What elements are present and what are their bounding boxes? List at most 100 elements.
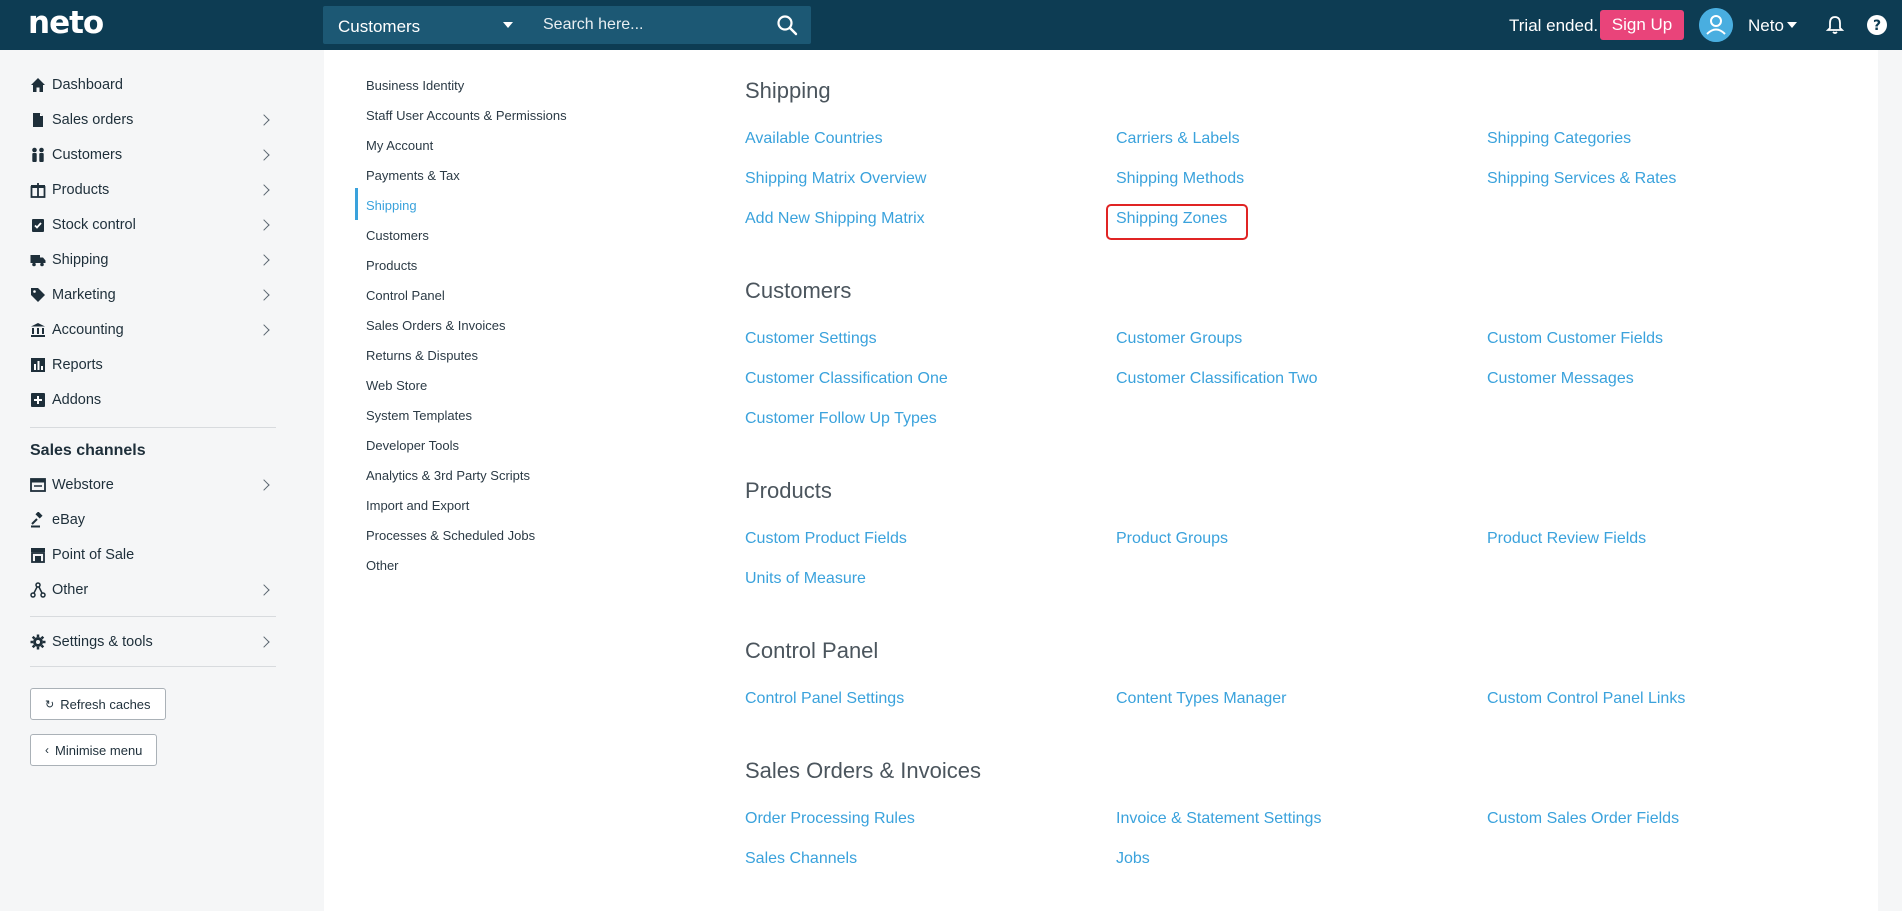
link-carriers-labels[interactable]: Carriers & Labels [1116, 130, 1240, 148]
sidebar-divider [30, 427, 276, 428]
link-customer-classification-one[interactable]: Customer Classification One [745, 370, 948, 388]
link-custom-product-fields[interactable]: Custom Product Fields [745, 530, 907, 548]
link-customer-messages[interactable]: Customer Messages [1487, 370, 1634, 388]
browser-icon [30, 478, 46, 492]
link-available-countries[interactable]: Available Countries [745, 130, 883, 148]
sidebar-item-point-of-sale[interactable]: Point of Sale [30, 544, 276, 568]
sidebar-item-ebay[interactable]: eBay [30, 509, 276, 533]
link-units-of-measure[interactable]: Units of Measure [745, 570, 866, 588]
subnav-item-web-store[interactable]: Web Store [366, 378, 427, 393]
link-custom-control-panel-links[interactable]: Custom Control Panel Links [1487, 690, 1685, 708]
chevron-right-icon [258, 149, 270, 161]
main-sidebar: Dashboard Sales orders Customers Product… [0, 50, 324, 911]
subnav-active-indicator [355, 188, 358, 220]
search-scope-dropdown[interactable]: Customers [323, 6, 527, 44]
section-title-products: Products [745, 478, 832, 503]
link-customer-groups[interactable]: Customer Groups [1116, 330, 1242, 348]
chevron-right-icon [258, 584, 270, 596]
chevron-right-icon [258, 254, 270, 266]
search-input[interactable] [527, 6, 767, 44]
link-shipping-matrix-overview[interactable]: Shipping Matrix Overview [745, 170, 926, 188]
subnav-item-control-panel[interactable]: Control Panel [366, 288, 445, 303]
sidebar-item-other[interactable]: Other [30, 579, 276, 603]
tag-icon [31, 288, 45, 302]
link-custom-customer-fields[interactable]: Custom Customer Fields [1487, 330, 1663, 348]
subnav-item-developer-tools[interactable]: Developer Tools [366, 438, 459, 453]
gear-icon [30, 634, 46, 650]
link-shipping-services-rates[interactable]: Shipping Services & Rates [1487, 170, 1676, 188]
sidebar-item-webstore[interactable]: Webstore [30, 474, 276, 498]
bank-icon [31, 323, 45, 337]
sidebar-item-stock-control[interactable]: Stock control [30, 214, 276, 238]
subnav-item-system-templates[interactable]: System Templates [366, 408, 472, 423]
link-customer-follow-up-types[interactable]: Customer Follow Up Types [745, 410, 937, 428]
subnav-item-staff-user-accounts[interactable]: Staff User Accounts & Permissions [366, 108, 567, 123]
link-content-types-manager[interactable]: Content Types Manager [1116, 690, 1286, 708]
search-icon[interactable] [775, 13, 799, 37]
network-icon [30, 582, 46, 598]
home-icon [31, 78, 45, 92]
search-scope-label: Customers [338, 17, 421, 36]
subnav-item-other[interactable]: Other [366, 558, 399, 573]
user-menu-label[interactable]: Neto [1748, 16, 1784, 36]
notifications-bell-icon[interactable] [1824, 14, 1846, 36]
search-bar: Customers [323, 6, 811, 44]
subnav-item-customers[interactable]: Customers [366, 228, 429, 243]
refresh-caches-button[interactable]: ↻ Refresh caches [30, 688, 166, 720]
subnav-item-products[interactable]: Products [366, 258, 417, 273]
sidebar-item-accounting[interactable]: Accounting [30, 319, 276, 343]
link-invoice-statement-settings[interactable]: Invoice & Statement Settings [1116, 810, 1321, 828]
sales-channels-heading: Sales channels [30, 442, 146, 459]
minimise-menu-button[interactable]: ‹ Minimise menu [30, 734, 158, 766]
link-sales-channels[interactable]: Sales Channels [745, 850, 857, 868]
subnav-item-business-identity[interactable]: Business Identity [366, 78, 464, 93]
chevron-right-icon [258, 289, 270, 301]
chevron-right-icon [258, 324, 270, 336]
gavel-icon [31, 512, 43, 528]
sidebar-item-products[interactable]: Products [30, 179, 276, 203]
clipboard-check-icon [32, 219, 44, 232]
sidebar-item-reports[interactable]: Reports [30, 354, 276, 378]
section-title-control-panel: Control Panel [745, 638, 879, 663]
link-control-panel-settings[interactable]: Control Panel Settings [745, 690, 904, 708]
subnav-item-shipping[interactable]: Shipping [366, 198, 417, 213]
sidebar-item-marketing[interactable]: Marketing [30, 284, 276, 308]
link-shipping-methods[interactable]: Shipping Methods [1116, 170, 1244, 188]
link-custom-sales-order-fields[interactable]: Custom Sales Order Fields [1487, 810, 1679, 828]
user-caret-down-icon[interactable] [1787, 22, 1797, 28]
store-icon [31, 548, 45, 563]
link-add-new-shipping-matrix[interactable]: Add New Shipping Matrix [745, 210, 925, 228]
user-avatar-icon[interactable] [1699, 8, 1733, 42]
plus-square-icon [31, 393, 45, 407]
subnav-item-import-export[interactable]: Import and Export [366, 498, 469, 513]
box-icon [30, 183, 46, 198]
document-icon [33, 113, 43, 127]
subnav-item-payments-tax[interactable]: Payments & Tax [366, 168, 460, 183]
neto-logo[interactable]: neto [28, 5, 104, 41]
sidebar-item-dashboard[interactable]: Dashboard [30, 74, 276, 98]
subnav-item-my-account[interactable]: My Account [366, 138, 433, 153]
sidebar-item-addons[interactable]: Addons [30, 389, 276, 413]
help-icon[interactable]: ? [1866, 14, 1888, 36]
subnav-item-analytics-scripts[interactable]: Analytics & 3rd Party Scripts [366, 468, 530, 483]
subnav-item-sales-orders-invoices[interactable]: Sales Orders & Invoices [366, 318, 505, 333]
subnav-item-processes-jobs[interactable]: Processes & Scheduled Jobs [366, 528, 535, 543]
link-customer-classification-two[interactable]: Customer Classification Two [1116, 370, 1318, 388]
link-customer-settings[interactable]: Customer Settings [745, 330, 877, 348]
bar-chart-icon [31, 358, 45, 372]
link-product-review-fields[interactable]: Product Review Fields [1487, 530, 1646, 548]
sign-up-button[interactable]: Sign Up [1600, 10, 1684, 40]
sidebar-item-shipping[interactable]: Shipping [30, 249, 276, 273]
subnav-item-returns-disputes[interactable]: Returns & Disputes [366, 348, 478, 363]
svg-text:?: ? [1873, 18, 1881, 34]
top-bar: neto Customers Trial ended. Sign Up Neto… [0, 0, 1902, 50]
link-shipping-categories[interactable]: Shipping Categories [1487, 130, 1631, 148]
chevron-right-icon [258, 219, 270, 231]
sidebar-item-sales-orders[interactable]: Sales orders [30, 109, 276, 133]
refresh-icon: ↻ [45, 698, 55, 711]
link-product-groups[interactable]: Product Groups [1116, 530, 1228, 548]
link-order-processing-rules[interactable]: Order Processing Rules [745, 810, 915, 828]
sidebar-item-customers[interactable]: Customers [30, 144, 276, 168]
sidebar-item-settings-tools[interactable]: Settings & tools [30, 631, 276, 655]
link-jobs[interactable]: Jobs [1116, 850, 1150, 868]
